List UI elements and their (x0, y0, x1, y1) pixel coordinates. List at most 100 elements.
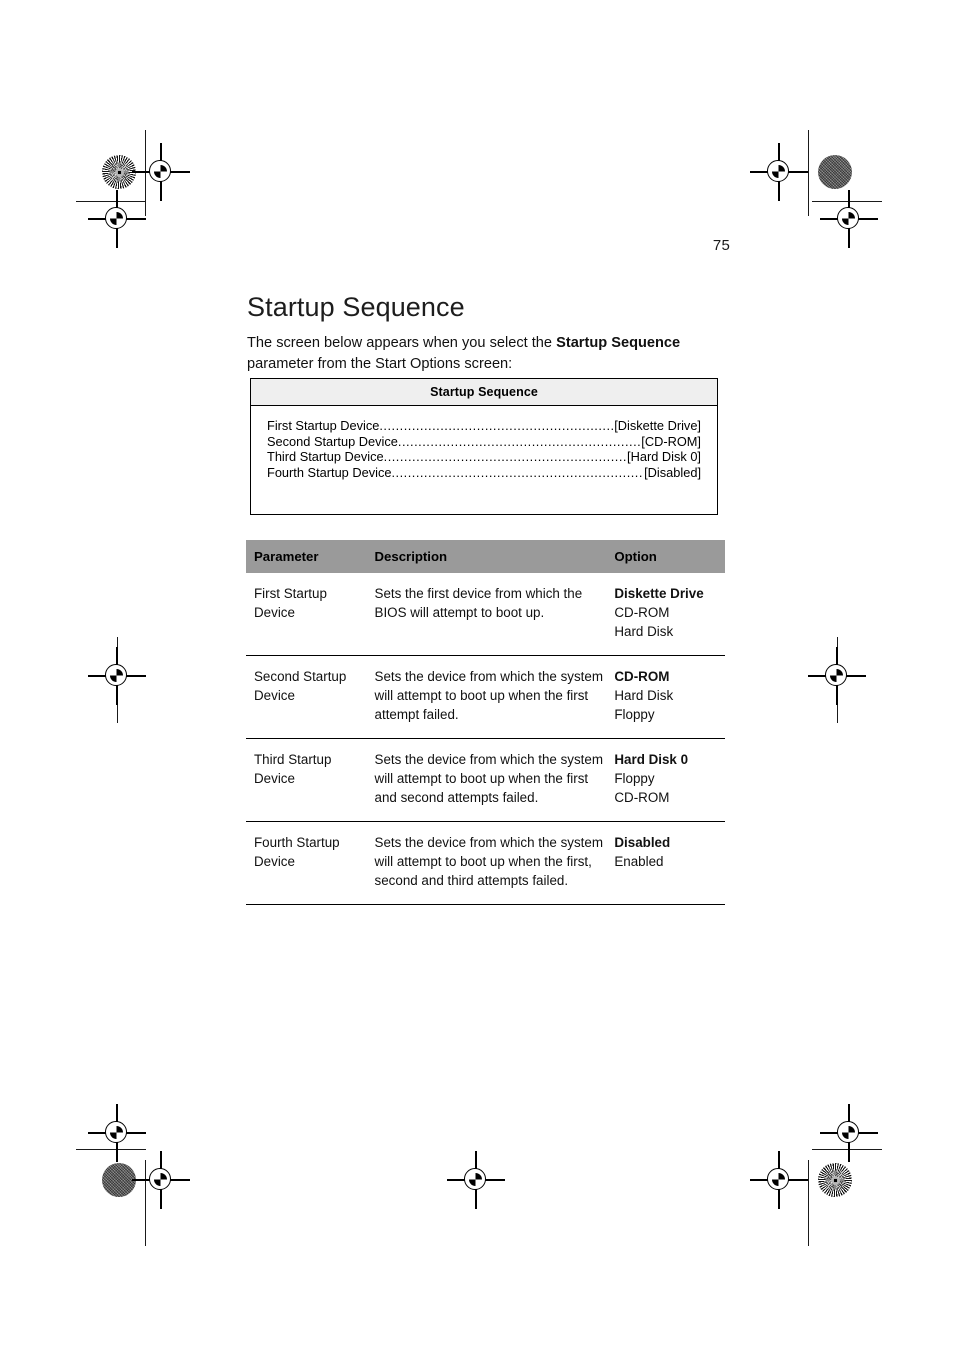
page-number: 75 (712, 237, 730, 254)
table-row: First Startup Device Sets the first devi… (246, 573, 725, 656)
option-default: Disabled (614, 835, 671, 850)
column-header-option: Option (614, 540, 725, 573)
cross-bar-horizontal (132, 171, 190, 173)
option-alternative: Floppy (614, 707, 655, 722)
cross-bar-horizontal (132, 1179, 190, 1181)
cross-bar-vertical (848, 1104, 850, 1162)
registration-cross-top-right-outer (820, 190, 878, 248)
bios-setting-row[interactable]: Fourth Startup Device ..................… (267, 465, 701, 481)
option-alternative: Hard Disk (614, 688, 674, 703)
dot-leader: ........................................… (391, 464, 644, 480)
intro-text-before: The screen below appears when you select… (247, 334, 557, 351)
cell-option: Disabled Enabled (614, 821, 725, 905)
cell-option: Hard Disk 0 Floppy CD-ROM (614, 738, 725, 822)
trim-line-top-left-horizontal (76, 201, 146, 202)
table-row: Fourth Startup Device Sets the device fr… (246, 821, 725, 905)
bios-setting-row[interactable]: First Startup Device ...................… (267, 418, 701, 434)
trim-line-top-right-horizontal (812, 201, 882, 202)
table-row: Second Startup Device Sets the device fr… (246, 655, 725, 739)
dot-leader: ........................................… (383, 449, 627, 465)
dot-leader: ........................................… (397, 433, 642, 449)
star-target-top-left (102, 155, 136, 189)
bios-setting-value: [Diskette Drive] (614, 418, 701, 433)
grey-dot-top-right (818, 155, 852, 189)
intro-text-after: parameter from the Start Options screen: (247, 355, 513, 372)
cross-bar-vertical (116, 1104, 118, 1162)
cross-bar-horizontal (88, 218, 146, 220)
cross-bar-vertical (848, 190, 850, 248)
option-default: CD-ROM (614, 669, 670, 684)
registration-cross-bottom-right-inner (750, 1151, 808, 1209)
cross-ring (105, 664, 127, 686)
cross-center (469, 1173, 482, 1186)
cross-bar-horizontal (750, 1179, 808, 1181)
cross-ring (837, 1121, 859, 1143)
bios-setting-label: Third Startup Device (267, 449, 384, 465)
bios-setting-label: Second Startup Device (267, 433, 398, 449)
trim-line-mid-right-vertical (837, 637, 838, 723)
registration-cross-bottom-left-outer (88, 1104, 146, 1162)
parameter-table-head: Parameter Description Option (246, 540, 725, 573)
option-alternative: Hard Disk (614, 624, 674, 639)
cell-description: Sets the device from which the system wi… (374, 655, 615, 739)
cross-bar-vertical (778, 143, 780, 201)
registration-cross-top-right-inner (750, 143, 808, 201)
cross-center (110, 669, 123, 682)
cross-ring (767, 160, 789, 182)
bios-setting-value: [Hard Disk 0] (627, 449, 701, 465)
cross-bar-vertical (160, 143, 162, 201)
bios-setting-value: [CD-ROM] (641, 433, 701, 449)
bios-screen-body: First Startup Device ...................… (251, 406, 717, 514)
registration-cross-bottom-left-inner (132, 1151, 190, 1209)
trim-line-bottom-right-horizontal (812, 1149, 882, 1150)
cross-bar-horizontal (447, 1179, 505, 1181)
cell-option: Diskette Drive CD-ROM Hard Disk (614, 573, 725, 656)
cell-description: Sets the device from which the system wi… (374, 821, 615, 905)
option-alternative: Enabled (614, 854, 664, 869)
cross-bar-horizontal (820, 1132, 878, 1134)
cross-center (772, 1173, 785, 1186)
cross-ring (767, 1168, 789, 1190)
bios-screen-figure: Startup Sequence First Startup Device ..… (250, 378, 718, 516)
trim-line-mid-left-vertical (117, 637, 118, 723)
cross-bar-horizontal (88, 1132, 146, 1134)
trim-line-bottom-left-horizontal (76, 1149, 146, 1150)
cross-bar-horizontal (820, 218, 878, 220)
trim-line-bottom-right-vertical (808, 1160, 809, 1246)
cross-ring (105, 1121, 127, 1143)
cross-ring (825, 664, 847, 686)
cross-center (154, 165, 167, 178)
column-header-parameter: Parameter (246, 540, 375, 573)
cross-ring (149, 1168, 171, 1190)
registration-cross-top-left-inner (132, 143, 190, 201)
cell-description: Sets the device from which the system wi… (374, 738, 615, 822)
page-title: Startup Sequence (247, 292, 465, 323)
option-default: Diskette Drive (614, 586, 704, 601)
cross-ring (105, 207, 127, 229)
intro-paragraph: The screen below appears when you select… (247, 333, 717, 375)
option-alternative: Floppy (614, 771, 655, 786)
bios-setting-row[interactable]: Third Startup Device ...................… (267, 449, 701, 465)
intro-text-emphasis: Startup Sequence (556, 334, 681, 351)
cell-parameter: Fourth Startup Device (246, 821, 375, 905)
cross-center (842, 212, 855, 225)
cross-bar-vertical (778, 1151, 780, 1209)
registration-cross-bottom-right-outer (820, 1104, 878, 1162)
trim-line-top-left-vertical (145, 130, 146, 216)
trim-line-top-right-vertical (808, 130, 809, 216)
bios-screen-title: Startup Sequence (251, 379, 717, 406)
cross-center (842, 1126, 855, 1139)
cross-center (830, 669, 843, 682)
grey-dot-bottom-left (102, 1163, 136, 1197)
option-alternative: CD-ROM (614, 605, 670, 620)
cell-option: CD-ROM Hard Disk Floppy (614, 655, 725, 739)
bios-setting-row[interactable]: Second Startup Device ..................… (267, 434, 701, 450)
cell-parameter: Third Startup Device (246, 738, 375, 822)
parameter-table-body: First Startup Device Sets the first devi… (246, 573, 725, 905)
cross-bar-vertical (116, 647, 118, 705)
cross-bar-vertical (160, 1151, 162, 1209)
cross-center (110, 212, 123, 225)
bios-setting-value: [Disabled] (644, 464, 701, 480)
table-row: Third Startup Device Sets the device fro… (246, 738, 725, 822)
cell-parameter: First Startup Device (246, 573, 375, 656)
